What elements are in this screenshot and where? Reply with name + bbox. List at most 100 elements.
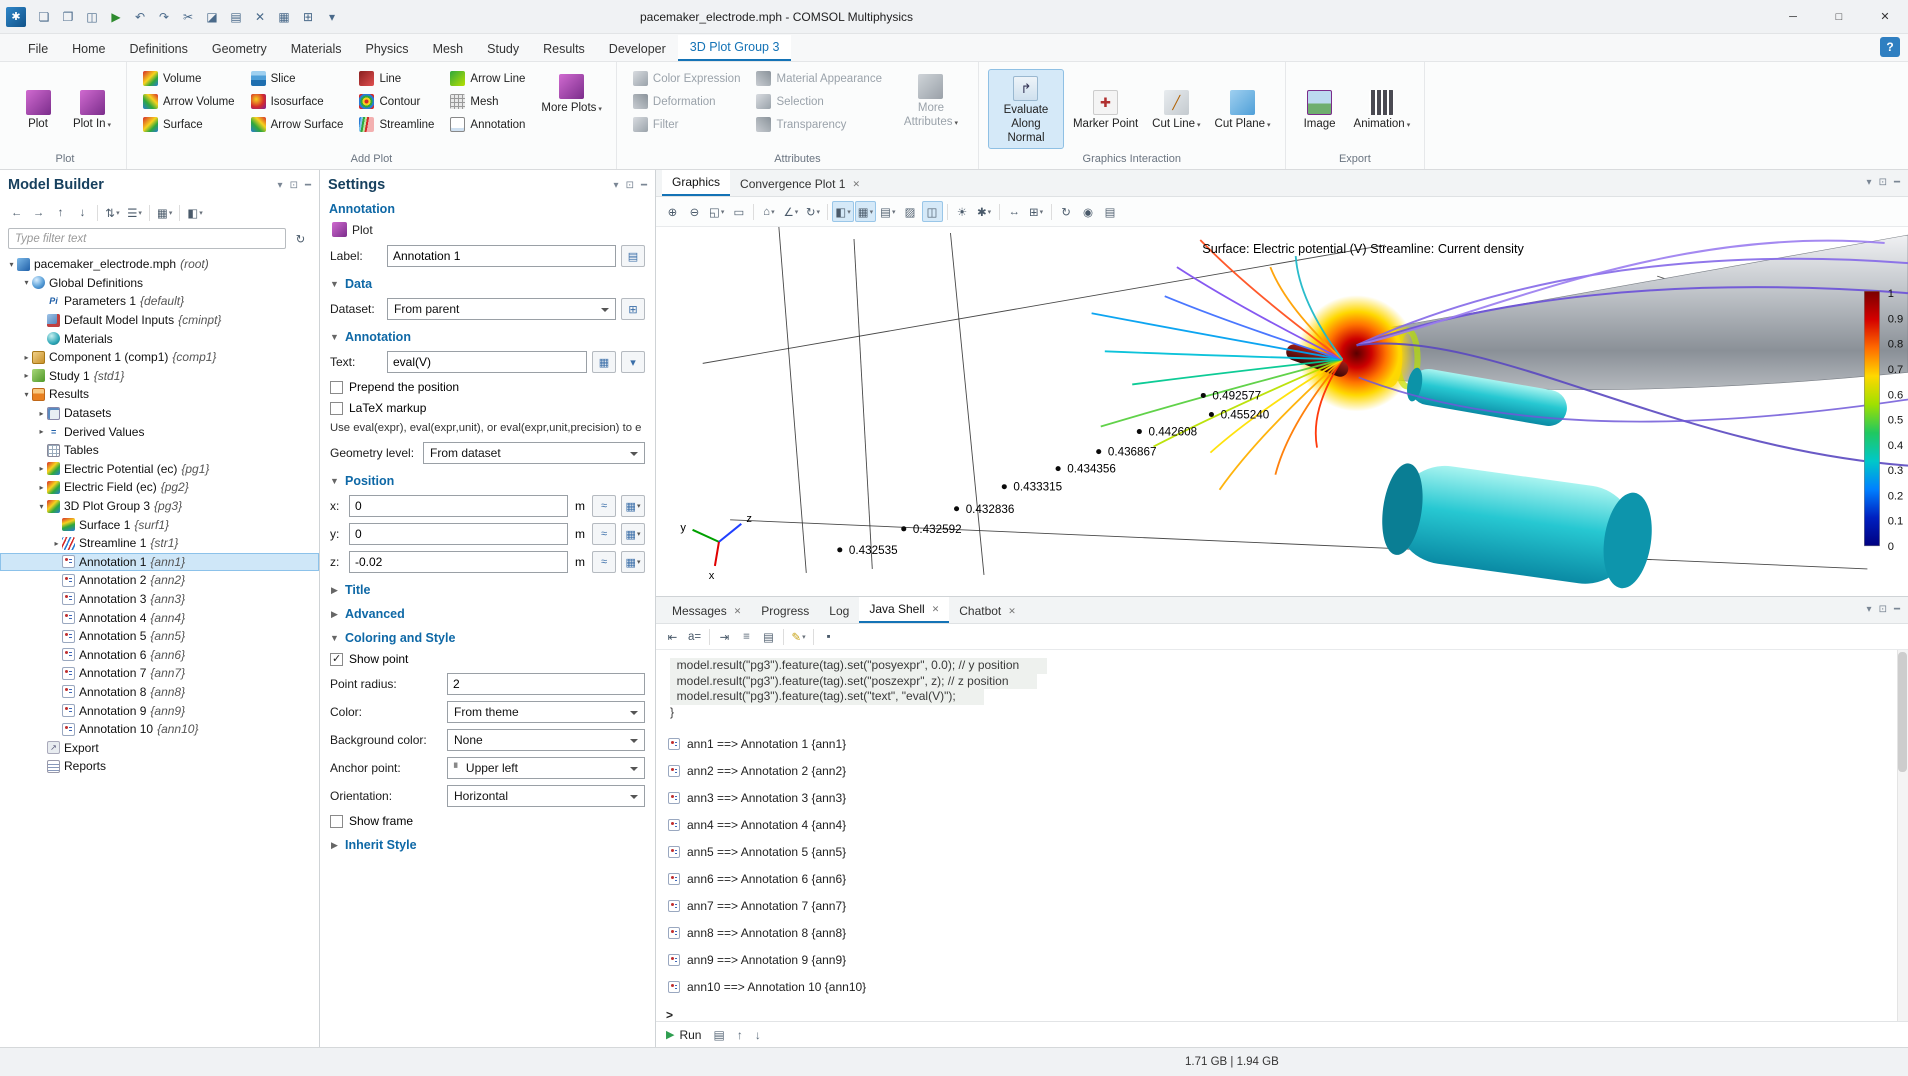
- expand-icon[interactable]: ▸: [21, 353, 32, 362]
- evaluate-along-normal-button[interactable]: Evaluate Along Normal: [988, 69, 1064, 148]
- section-position[interactable]: ▼Position: [330, 474, 645, 488]
- back-icon[interactable]: ←: [6, 203, 27, 224]
- x-menu-button[interactable]: ▦▾: [621, 495, 645, 517]
- section-title[interactable]: ▶Title: [330, 583, 645, 597]
- messages-tab-progress[interactable]: Progress: [751, 599, 819, 623]
- tree-node-3d-plot-group-3[interactable]: ▾3D Plot Group 3{pg3}: [0, 497, 319, 516]
- new-model-icon[interactable]: ❏: [33, 6, 55, 28]
- plot-button[interactable]: Plot: [13, 83, 63, 135]
- background-color-select[interactable]: None: [447, 729, 645, 751]
- shell-prompt[interactable]: >: [656, 1000, 1908, 1021]
- tree-node-results[interactable]: ▾Results: [0, 385, 319, 404]
- expand-icon[interactable]: ▸: [36, 409, 47, 418]
- edit-icon[interactable]: ✎▾: [788, 626, 809, 647]
- cut-plane-button[interactable]: Cut Plane▾: [1210, 83, 1276, 135]
- ribbon-tab-home[interactable]: Home: [60, 37, 117, 61]
- y-range-button[interactable]: ≈: [592, 523, 616, 545]
- line-button[interactable]: Line: [352, 67, 441, 90]
- collapse-icon[interactable]: ▾: [21, 278, 32, 287]
- ribbon-tab-study[interactable]: Study: [475, 37, 531, 61]
- deformation-button[interactable]: Deformation: [626, 90, 748, 113]
- tree-node-global-definitions[interactable]: ▾Global Definitions: [0, 274, 319, 293]
- line-numbers-icon[interactable]: ≡: [736, 626, 757, 647]
- show-point-checkbox[interactable]: [330, 653, 343, 666]
- close-tab-icon[interactable]: ✕: [852, 179, 860, 190]
- prepend-position-checkbox[interactable]: [330, 381, 343, 394]
- expression-button[interactable]: ▦: [592, 351, 616, 373]
- zoom-box-icon[interactable]: ▭: [728, 201, 749, 222]
- tree-filter-input[interactable]: [8, 228, 286, 249]
- image-snapshot-icon[interactable]: ◉: [1078, 201, 1099, 222]
- graphics-tab-graphics[interactable]: Graphics: [662, 170, 730, 196]
- tree-node-parameters-1[interactable]: PiParameters 1{default}: [0, 292, 319, 311]
- cut-line-button[interactable]: Cut Line▾: [1147, 83, 1205, 135]
- z-range-button[interactable]: ≈: [592, 551, 616, 573]
- image-button[interactable]: Image: [1295, 83, 1345, 135]
- add-window-icon[interactable]: ⊞: [297, 6, 319, 28]
- annotation-button[interactable]: Annotation: [443, 113, 532, 136]
- animation-button[interactable]: Animation▾: [1349, 83, 1416, 135]
- table-window-icon[interactable]: ▦: [273, 6, 295, 28]
- label-input[interactable]: [387, 245, 616, 267]
- more-attributes-button[interactable]: More Attributes▾: [893, 67, 969, 133]
- next-command-icon[interactable]: ↓: [755, 1028, 761, 1042]
- geometry-level-select[interactable]: From dataset: [423, 442, 645, 464]
- tree-node-reports[interactable]: Reports: [0, 757, 319, 776]
- node-grouping-icon[interactable]: ▦▾: [154, 203, 175, 224]
- show-frame-checkbox[interactable]: [330, 815, 343, 828]
- appearance-icon[interactable]: ◧▾: [832, 201, 853, 222]
- close-tab-icon[interactable]: ✕: [1008, 606, 1016, 617]
- graphics-tab-convergence-plot-1[interactable]: Convergence Plot 1✕: [730, 172, 870, 196]
- close-button[interactable]: ✕: [1862, 0, 1908, 33]
- streamline-button[interactable]: Streamline: [352, 113, 441, 136]
- ribbon-tab-materials[interactable]: Materials: [279, 37, 354, 61]
- messages-tab-messages[interactable]: Messages✕: [662, 599, 751, 623]
- collapse-icon[interactable]: ▾: [6, 260, 17, 269]
- redo-icon[interactable]: ↷: [153, 6, 175, 28]
- tree-node-annotation-3[interactable]: Annotation 3{ann3}: [0, 590, 319, 609]
- tree-node-annotation-8[interactable]: Annotation 8{ann8}: [0, 683, 319, 702]
- panel-menu-icon[interactable]: ▾: [1867, 177, 1872, 188]
- tree-node-study-1[interactable]: ▸Study 1{std1}: [0, 367, 319, 386]
- ribbon-tab-physics[interactable]: Physics: [353, 37, 420, 61]
- ribbon-tab-3d-plot-group-3[interactable]: 3D Plot Group 3: [678, 35, 792, 61]
- orientation-select[interactable]: Horizontal: [447, 785, 645, 807]
- delete-icon[interactable]: ✕: [249, 6, 271, 28]
- zoom-extents-icon[interactable]: ◱▾: [706, 201, 727, 222]
- dataset-select[interactable]: From parent: [387, 298, 616, 320]
- previous-command-icon[interactable]: ↑: [737, 1028, 743, 1042]
- tree-node-electric-potential-ec[interactable]: ▸Electric Potential (ec){pg1}: [0, 460, 319, 479]
- point-radius-input[interactable]: [447, 673, 645, 695]
- java-shell-content[interactable]: model.result("pg3").feature(tag).set("po…: [656, 650, 1908, 1021]
- copy-icon[interactable]: ◪: [201, 6, 223, 28]
- zoom-out-icon[interactable]: ⊖: [684, 201, 705, 222]
- float-panel-icon[interactable]: ⊡: [290, 180, 298, 191]
- isosurface-button[interactable]: Isosurface: [244, 90, 351, 113]
- collapse-icon[interactable]: ▾: [36, 502, 47, 511]
- expand-icon[interactable]: ▸: [21, 371, 32, 380]
- view-orientation-icon[interactable]: ∠▾: [780, 201, 801, 222]
- surface-button[interactable]: Surface: [136, 113, 242, 136]
- collapse-panel-icon[interactable]: ━: [1894, 604, 1900, 615]
- minimize-button[interactable]: ─: [1770, 0, 1816, 33]
- tree-node-datasets[interactable]: ▸Datasets: [0, 404, 319, 423]
- transparency-icon[interactable]: ▨: [900, 201, 921, 222]
- collapse-icon[interactable]: ▾: [21, 390, 32, 399]
- tree-node-tables[interactable]: Tables: [0, 441, 319, 460]
- section-inherit-style[interactable]: ▶Inherit Style: [330, 838, 645, 852]
- expand-icon[interactable]: ▸: [36, 427, 47, 436]
- undo-icon[interactable]: ↶: [129, 6, 151, 28]
- save-icon[interactable]: ◫: [81, 6, 103, 28]
- show-variables-icon[interactable]: a=: [684, 626, 705, 647]
- paste-icon[interactable]: ▤: [225, 6, 247, 28]
- wireframe-icon[interactable]: ▤▾: [877, 201, 898, 222]
- compute-icon[interactable]: ▶: [105, 6, 127, 28]
- color-expression-button[interactable]: Color Expression: [626, 67, 748, 90]
- y-menu-button[interactable]: ▦▾: [621, 523, 645, 545]
- section-data[interactable]: ▼Data: [330, 277, 645, 291]
- panel-menu-icon[interactable]: ▾: [278, 180, 283, 191]
- tree-node-derived-values[interactable]: ▸=Derived Values: [0, 422, 319, 441]
- ribbon-tab-results[interactable]: Results: [531, 37, 597, 61]
- panel-menu-icon[interactable]: ▾: [614, 180, 619, 191]
- section-annotation[interactable]: ▼Annotation: [330, 330, 645, 344]
